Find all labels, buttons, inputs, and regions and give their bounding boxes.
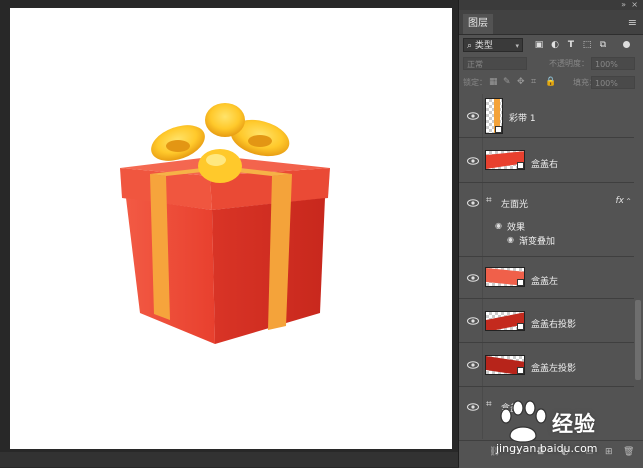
shape-filter-icon[interactable]: ⬚ — [581, 38, 593, 52]
layer-row-ribbon[interactable]: 彩带 1 — [459, 94, 634, 138]
visibility-eye-icon[interactable] — [467, 317, 479, 325]
chevron-up-icon[interactable]: ⌃ — [625, 197, 632, 206]
smart-object-icon — [517, 279, 524, 286]
bow-shadow-left — [166, 140, 190, 152]
blend-row: 正常 不透明度： 100% — [463, 57, 639, 71]
opacity-label: 不透明度： — [549, 59, 589, 68]
layer-name: 盒盖左投影 — [531, 364, 577, 374]
filter-toggle-icon[interactable] — [623, 41, 630, 48]
panel-tab-bar: 图层 ≡ — [459, 10, 643, 35]
filter-kind-label: 类型 — [474, 41, 493, 51]
layer-row-lid-right[interactable]: 盒盖右 — [459, 138, 634, 183]
layer-row-lid-left-shadow[interactable]: 盒盖左投影 — [459, 343, 634, 387]
opacity-input[interactable]: 100% — [591, 57, 635, 70]
visibility-eye-icon[interactable] — [467, 112, 479, 120]
layers-scrollbar-thumb[interactable] — [635, 300, 641, 380]
lock-move-icon[interactable]: ✥ — [517, 76, 525, 89]
layer-divider — [482, 257, 483, 298]
lock-transparency-icon[interactable]: ▦ — [489, 76, 498, 89]
layer-name: 彩带 1 — [509, 114, 536, 124]
effects-eye-icon[interactable]: ◉ — [495, 221, 502, 230]
smart-object-icon — [517, 323, 524, 330]
canvas-status-bar — [0, 452, 458, 467]
filter-kind-select[interactable]: ⌕ 类型 ▾ — [463, 38, 523, 52]
effect-gradient-overlay[interactable]: 渐变叠加 — [519, 234, 555, 247]
layer-thumbnail — [485, 150, 525, 170]
chevron-down-icon: ▾ — [515, 42, 519, 50]
layers-scrollbar-track[interactable] — [635, 94, 642, 439]
paw-logo-icon — [500, 400, 547, 443]
close-icon[interactable]: × — [631, 0, 638, 10]
collapse-icon[interactable]: » — [621, 0, 626, 10]
layer-divider — [482, 183, 483, 256]
bow-knot — [198, 149, 242, 183]
search-icon: ⌕ — [467, 41, 473, 51]
tab-layers[interactable]: 图层 — [463, 14, 493, 34]
blend-mode-select[interactable]: 正常 — [463, 57, 527, 70]
pixel-filter-icon[interactable]: ▣ — [533, 38, 545, 52]
layer-divider — [482, 299, 483, 342]
visibility-eye-icon[interactable] — [467, 361, 479, 369]
smart-object-filter-icon[interactable]: ⧉ — [597, 38, 609, 52]
lock-row: 锁定： ▦ ✎ ✥ ⌗ 🔒 填充： 100% — [463, 76, 639, 90]
layer-divider — [482, 94, 483, 137]
layer-thumbnail — [485, 267, 525, 287]
layer-row-lid-left[interactable]: 盒盖左 — [459, 257, 634, 299]
lock-artboard-icon[interactable]: ⌗ — [531, 76, 536, 89]
layer-divider — [482, 387, 483, 439]
lock-paint-icon[interactable]: ✎ — [503, 76, 511, 89]
layer-divider — [482, 343, 483, 386]
layers-list: 彩带 1 盒盖右 ⌗ 左面光 fx ⌃ ◉ 效果 ◉ 渐变叠加 盒盖左 盒盖右投… — [459, 94, 634, 439]
canvas-area[interactable] — [0, 0, 458, 467]
watermark-url: jingyan.baidu.com — [496, 442, 598, 455]
smart-object-icon — [517, 162, 524, 169]
type-filter-icon[interactable]: T — [565, 38, 577, 52]
layer-name: 左面光 — [501, 200, 529, 210]
bow-loop-top — [205, 103, 245, 137]
bow-highlight — [206, 154, 226, 166]
layer-thumbnail — [485, 98, 503, 134]
gift-box-artwork — [120, 103, 330, 344]
fill-input[interactable]: 100% — [591, 76, 635, 89]
panel-titlebar: » × — [459, 0, 643, 10]
effects-label: 效果 — [507, 223, 526, 233]
layer-thumbnail — [485, 355, 525, 375]
watermark-brand: 经验 — [552, 412, 596, 436]
layer-name: 盒盖右 — [531, 160, 559, 170]
visibility-eye-icon[interactable] — [467, 274, 479, 282]
layer-row-lid-right-shadow[interactable]: 盒盖右投影 — [459, 299, 634, 343]
lock-label: 锁定： — [463, 78, 487, 87]
lock-all-icon[interactable]: 🔒 — [545, 76, 556, 89]
artboard-frame-icon: ⌗ — [486, 195, 492, 206]
layer-filter-row: ⌕ 类型 ▾ ▣ ◐ T ⬚ ⧉ — [463, 38, 639, 54]
fx-icon[interactable]: fx — [616, 196, 625, 206]
visibility-eye-icon[interactable] — [467, 157, 479, 165]
smart-object-icon — [517, 367, 524, 374]
watermark: 经验 jingyan.baidu.com — [490, 396, 640, 462]
smart-object-icon — [495, 126, 502, 133]
panel-menu-icon[interactable]: ≡ — [628, 16, 637, 29]
adjustment-filter-icon[interactable]: ◐ — [549, 38, 561, 52]
bow-shadow-right — [248, 135, 272, 147]
layer-divider — [482, 138, 483, 182]
visibility-eye-icon[interactable] — [467, 403, 479, 411]
layer-row-left-light[interactable]: ⌗ 左面光 fx ⌃ ◉ 效果 ◉ 渐变叠加 — [459, 183, 634, 257]
layer-name: 盒盖左 — [531, 277, 559, 287]
box-body-left — [126, 198, 215, 344]
layer-name: 盒盖右投影 — [531, 320, 577, 330]
visibility-eye-icon[interactable] — [467, 199, 479, 207]
document-canvas[interactable] — [10, 8, 452, 449]
layer-thumbnail — [485, 311, 525, 331]
effect-eye-icon[interactable]: ◉ — [507, 235, 514, 244]
